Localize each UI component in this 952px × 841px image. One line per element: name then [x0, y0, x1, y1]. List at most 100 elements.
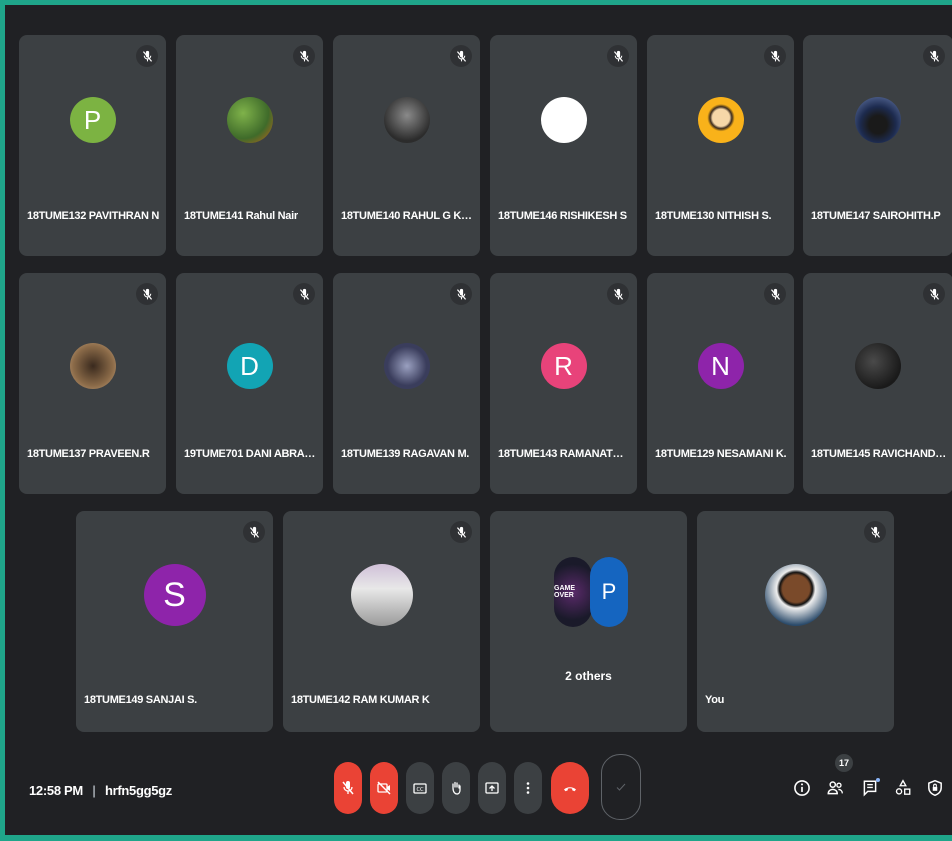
- participant-name: 18TUME129 NESAMANI K.: [655, 448, 787, 460]
- avatar: [350, 564, 413, 626]
- participant-name: 18TUME149 SANJAI S.: [84, 694, 197, 706]
- mic-muted-indicator: [923, 283, 945, 305]
- avatar: [226, 97, 273, 143]
- activities-icon: [895, 779, 911, 795]
- mic-off-icon: [770, 50, 780, 62]
- others-label: 2 others: [565, 669, 612, 683]
- mic-off-icon: [456, 288, 466, 300]
- participant-tile[interactable]: D 19TUME701 DANI ABRAHAM...: [176, 273, 323, 494]
- participant-name: 18TUME143 RAMANATHAN ...: [498, 448, 631, 460]
- participant-tile[interactable]: 18TUME147 SAIROHITH.P: [803, 35, 952, 256]
- participant-name: 18TUME132 PAVITHRAN N: [27, 210, 160, 222]
- mic-off-icon: [299, 50, 309, 62]
- participant-name: 18TUME137 PRAVEEN.R: [27, 448, 150, 460]
- check-circle-icon: [601, 754, 641, 820]
- mic-muted-indicator: [764, 45, 786, 67]
- raise-hand-icon: [452, 781, 461, 795]
- participant-tile[interactable]: 18TUME139 RAGAVAN M.: [333, 273, 480, 494]
- chat-dot-icon: [876, 778, 880, 782]
- mic-off-icon: [342, 781, 354, 795]
- participant-tile[interactable]: 18TUME145 RAVICHANDRA...: [803, 273, 952, 494]
- participant-name: 18TUME147 SAIROHITH.P: [811, 210, 941, 222]
- host-controls-button[interactable]: [924, 776, 946, 800]
- people-button[interactable]: [824, 776, 846, 800]
- meeting-time: 12:58 PM: [29, 783, 83, 798]
- meeting-info-button[interactable]: [791, 776, 813, 800]
- self-tile[interactable]: You: [697, 511, 894, 732]
- raise-hand-button[interactable]: [442, 762, 470, 814]
- activities-button[interactable]: [892, 776, 914, 800]
- captions-button[interactable]: CC: [406, 762, 434, 814]
- present-button[interactable]: [478, 762, 506, 814]
- participant-name: 18TUME145 RAVICHANDRA...: [811, 448, 947, 460]
- mic-toggle-button[interactable]: [334, 762, 362, 814]
- participant-tile[interactable]: P 18TUME132 PAVITHRAN N: [19, 35, 166, 256]
- participant-tile[interactable]: 18TUME137 PRAVEEN.R: [19, 273, 166, 494]
- mic-off-icon: [770, 288, 780, 300]
- mic-muted-indicator: [450, 521, 472, 543]
- leave-call-button[interactable]: [551, 762, 589, 814]
- participant-name: 18TUME140 RAHUL G KUMAR: [341, 210, 474, 222]
- mic-muted-indicator: [450, 283, 472, 305]
- mic-muted-indicator: [136, 283, 158, 305]
- bottom-toolbar: 12:58 PM | hrfn5gg5gz CC 17: [10, 746, 952, 840]
- host-controls-icon: [928, 779, 942, 797]
- mic-muted-indicator: [293, 45, 315, 67]
- avatar: [383, 97, 430, 143]
- avatar: [540, 97, 587, 143]
- participant-tile[interactable]: 18TUME142 RAM KUMAR K: [283, 511, 480, 732]
- mic-off-icon: [299, 288, 309, 300]
- mic-off-icon: [613, 50, 623, 62]
- avatar: [764, 564, 827, 626]
- avatar: [697, 97, 744, 143]
- present-icon: [485, 782, 499, 794]
- participant-name: 19TUME701 DANI ABRAHAM...: [184, 448, 317, 460]
- separator: |: [92, 783, 96, 798]
- others-tile[interactable]: GAME OVER P 2 others: [490, 511, 687, 732]
- mic-off-icon: [456, 50, 466, 62]
- more-options-button[interactable]: [514, 762, 542, 814]
- mic-muted-indicator: [293, 283, 315, 305]
- mic-off-icon: [142, 50, 152, 62]
- mic-muted-indicator: [764, 283, 786, 305]
- leave-call-icon: [564, 787, 576, 792]
- participant-tile[interactable]: 18TUME141 Rahul Nair: [176, 35, 323, 256]
- participant-tile[interactable]: 18TUME140 RAHUL G KUMAR: [333, 35, 480, 256]
- avatar: R: [540, 343, 587, 389]
- mic-muted-indicator: [923, 45, 945, 67]
- camera-off-icon: [377, 781, 391, 795]
- avatar: D: [226, 343, 273, 389]
- participant-tile[interactable]: N 18TUME129 NESAMANI K.: [647, 273, 794, 494]
- participant-tile[interactable]: R 18TUME143 RAMANATHAN ...: [490, 273, 637, 494]
- mic-off-icon: [929, 50, 939, 62]
- avatar: [855, 343, 901, 389]
- captions-icon: CC: [413, 783, 427, 794]
- mic-muted-indicator: [243, 521, 265, 543]
- avatar: S: [143, 564, 206, 626]
- avatar: [69, 343, 116, 389]
- self-label: You: [705, 694, 725, 706]
- participant-name: 18TUME146 RISHIKESH S: [498, 210, 627, 222]
- mic-off-icon: [249, 526, 259, 538]
- participant-tile[interactable]: 18TUME146 RISHIKESH S: [490, 35, 637, 256]
- mic-off-icon: [613, 288, 623, 300]
- mic-muted-indicator: [450, 45, 472, 67]
- svg-text:CC: CC: [417, 787, 424, 793]
- mic-off-icon: [142, 288, 152, 300]
- participant-tile[interactable]: S 18TUME149 SANJAI S.: [76, 511, 273, 732]
- mic-off-icon: [870, 526, 880, 538]
- participant-tile[interactable]: 18TUME130 NITHISH S.: [647, 35, 794, 256]
- info-icon: [794, 780, 810, 796]
- avatar: N: [697, 343, 744, 389]
- participant-name: 18TUME139 RAGAVAN M.: [341, 448, 470, 460]
- mic-muted-indicator: [136, 45, 158, 67]
- chat-button[interactable]: [859, 776, 881, 800]
- mic-muted-indicator: [607, 283, 629, 305]
- participant-name: 18TUME130 NITHISH S.: [655, 210, 772, 222]
- participant-name: 18TUME142 RAM KUMAR K: [291, 694, 430, 706]
- meeting-code[interactable]: hrfn5gg5gz: [105, 783, 172, 798]
- more-options-icon: [526, 782, 530, 794]
- camera-toggle-button[interactable]: [370, 762, 398, 814]
- participant-name: 18TUME141 Rahul Nair: [184, 210, 298, 222]
- mic-muted-indicator: [607, 45, 629, 67]
